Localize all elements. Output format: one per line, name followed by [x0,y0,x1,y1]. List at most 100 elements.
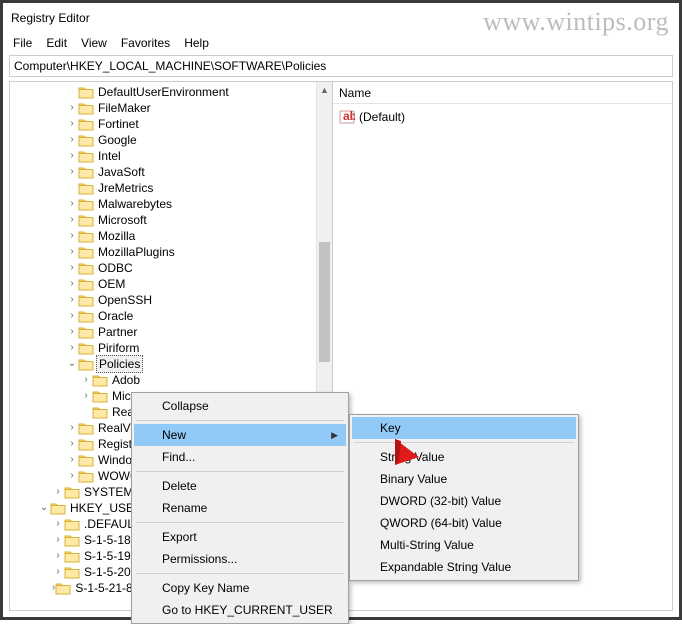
ctx-export[interactable]: Export [134,526,346,548]
tree-item[interactable]: ⌄Policies [10,356,332,372]
chevron-right-icon[interactable]: › [52,564,64,580]
context-submenu-new: Key String Value Binary Value DWORD (32-… [349,414,579,581]
chevron-right-icon[interactable]: › [66,324,78,340]
scroll-thumb[interactable] [319,242,330,362]
tree-item[interactable]: › ODBC [10,260,332,276]
chevron-right-icon[interactable]: › [66,244,78,260]
folder-icon [78,453,94,467]
folder-icon [78,101,94,115]
address-path: Computer\HKEY_LOCAL_MACHINE\SOFTWARE\Pol… [14,59,326,73]
tree-item[interactable]: ›Malwarebytes [10,196,332,212]
ctx-new[interactable]: New▶ [134,424,346,446]
chevron-down-icon[interactable]: ⌄ [38,500,50,516]
tree-item[interactable]: ›OEM [10,276,332,292]
chevron-right-icon[interactable]: › [52,532,64,548]
menu-file[interactable]: File [7,34,38,52]
svg-text:ab: ab [343,109,355,123]
chevron-right-icon[interactable]: › [66,468,78,484]
menu-favorites[interactable]: Favorites [115,34,176,52]
ctx-new-multi-string[interactable]: Multi-String Value [352,534,576,556]
chevron-right-icon[interactable]: › [66,436,78,452]
ctx-rename[interactable]: Rename [134,497,346,519]
window: Registry Editor File Edit View Favorites… [0,0,682,620]
tree-item-label: FileMaker [96,100,153,116]
ctx-new-expandable-string[interactable]: Expandable String Value [352,556,576,578]
folder-icon [78,309,94,323]
tree-item[interactable]: ›Intel [10,148,332,164]
chevron-right-icon[interactable]: › [66,228,78,244]
chevron-right-icon[interactable]: › [66,340,78,356]
separator [136,420,344,421]
chevron-right-icon[interactable]: › [66,132,78,148]
ctx-collapse[interactable]: Collapse [134,395,346,417]
chevron-right-icon[interactable]: › [66,148,78,164]
tree-item[interactable]: › Fortinet [10,116,332,132]
tree-item-label: Partner [96,324,139,340]
chevron-right-icon[interactable]: › [80,372,92,388]
ctx-delete[interactable]: Delete [134,475,346,497]
chevron-right-icon[interactable]: › [66,164,78,180]
address-bar[interactable]: Computer\HKEY_LOCAL_MACHINE\SOFTWARE\Pol… [9,55,673,77]
ctx-new-string[interactable]: String Value [352,446,576,468]
folder-icon [78,117,94,131]
ctx-new-qword[interactable]: QWORD (64-bit) Value [352,512,576,534]
chevron-right-icon[interactable]: › [66,276,78,292]
folder-icon [78,245,94,259]
ctx-new-key[interactable]: Key [352,417,576,439]
tree-item[interactable]: JreMetrics [10,180,332,196]
list-item[interactable]: ab(Default) [339,108,666,126]
tree-item[interactable]: › Oracle [10,308,332,324]
chevron-right-icon[interactable]: › [52,516,64,532]
menu-edit[interactable]: Edit [40,34,73,52]
separator [136,573,344,574]
tree-item[interactable]: ›Piriform [10,340,332,356]
folder-icon [78,293,94,307]
ctx-copy-key-name[interactable]: Copy Key Name [134,577,346,599]
tree-item[interactable]: › FileMaker [10,100,332,116]
chevron-down-icon[interactable]: ⌄ [66,356,78,372]
tree-item-label: JavaSoft [96,164,147,180]
tree-item[interactable]: ›MozillaPlugins [10,244,332,260]
separator [354,442,574,443]
ctx-new-binary[interactable]: Binary Value [352,468,576,490]
chevron-right-icon[interactable]: › [66,420,78,436]
ctx-new-dword[interactable]: DWORD (32-bit) Value [352,490,576,512]
chevron-right-icon[interactable]: › [66,100,78,116]
tree-item[interactable]: DefaultUserEnvironment [10,84,332,100]
tree-item-label: ODBC [96,260,135,276]
list-header[interactable]: Name [333,82,672,104]
chevron-right-icon[interactable]: › [66,196,78,212]
ctx-find[interactable]: Find... [134,446,346,468]
tree-item[interactable]: ›Adob [10,372,332,388]
tree-item-label: S-1-5-20 [82,564,133,580]
chevron-right-icon[interactable]: › [52,548,64,564]
menu-help[interactable]: Help [178,34,215,52]
tree-item[interactable]: › Partner [10,324,332,340]
chevron-right-icon[interactable]: › [80,388,92,404]
chevron-right-icon[interactable]: › [66,452,78,468]
folder-icon [78,277,94,291]
tree-item[interactable]: ›OpenSSH [10,292,332,308]
chevron-right-icon[interactable]: › [66,260,78,276]
scroll-up-button[interactable]: ▲ [317,82,332,98]
ctx-permissions[interactable]: Permissions... [134,548,346,570]
tree-item[interactable]: › Microsoft [10,212,332,228]
chevron-right-icon[interactable]: › [66,212,78,228]
menu-view[interactable]: View [75,34,113,52]
ctx-goto-hkcu[interactable]: Go to HKEY_CURRENT_USER [134,599,346,621]
window-title: Registry Editor [11,11,90,25]
tree-item[interactable]: › JavaSoft [10,164,332,180]
chevron-right-icon[interactable]: › [66,292,78,308]
tree-item-label: Fortinet [96,116,141,132]
column-name[interactable]: Name [339,86,371,100]
folder-icon [78,85,94,99]
chevron-right-icon[interactable]: › [66,308,78,324]
chevron-right-icon[interactable]: › [52,484,64,500]
folder-icon [78,213,94,227]
tree-item-label: Microsoft [96,212,149,228]
tree-item[interactable]: ›Mozilla [10,228,332,244]
tree-item-label: Google [96,132,139,148]
tree-item[interactable]: › Google [10,132,332,148]
tree-item-label: Oracle [96,308,135,324]
chevron-right-icon[interactable]: › [66,116,78,132]
